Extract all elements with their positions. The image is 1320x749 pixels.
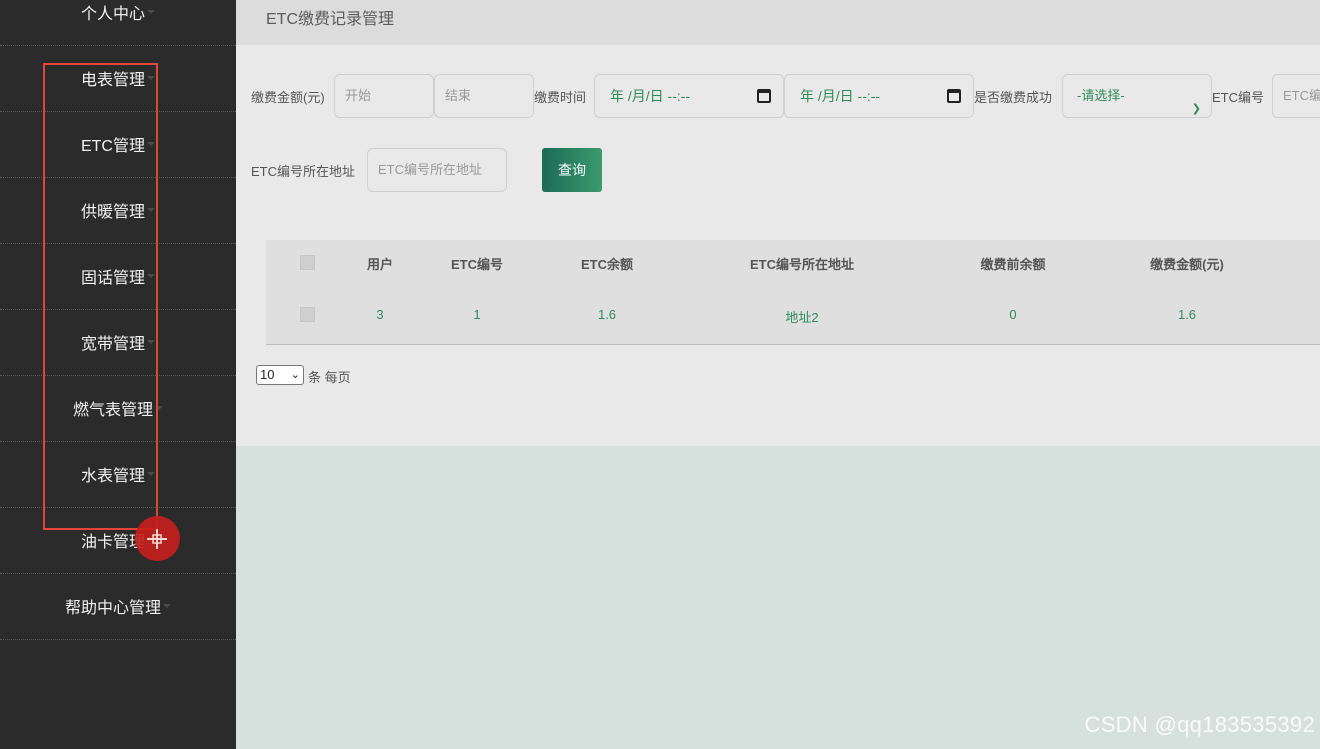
sidebar-item-fuel-card[interactable]: 油卡管理 [0, 508, 236, 574]
column-header-balance-before: 缴费前余额 [980, 257, 1046, 272]
column-header-etc-address: ETC编号所在地址 [749, 257, 855, 272]
column-header-user: 用户 [366, 257, 394, 272]
search-button[interactable]: 查询 [542, 148, 602, 192]
sidebar-item-label: 燃气表管理 [72, 402, 153, 419]
page-size-select[interactable]: 10 ⌄ [256, 365, 304, 385]
sidebar-item-label: 个人中心 [80, 6, 145, 23]
caret-down-icon [163, 603, 171, 608]
column-header-etc-balance: ETC余额 [580, 257, 634, 272]
sidebar-item-label: 宽带管理 [80, 336, 145, 353]
column-header-etc-number: ETC编号 [450, 257, 504, 272]
caret-down-icon [155, 405, 163, 410]
crosshair-icon [147, 529, 167, 549]
cell-etc-number: 1 [473, 307, 481, 322]
sidebar-item-landline[interactable]: 固话管理 [0, 244, 236, 310]
cursor-marker [135, 516, 180, 561]
watermark: CSDN @qq183535392 [1084, 712, 1315, 737]
sidebar-item-label: 水表管理 [80, 468, 145, 485]
caret-down-icon [147, 273, 155, 278]
amount-end-input[interactable]: 结束 [434, 74, 534, 118]
select-all-checkbox[interactable] [300, 255, 315, 270]
time-start-input[interactable]: 年 /月/日 --:-- [594, 74, 784, 118]
caret-down-icon [147, 471, 155, 476]
amount-start-input[interactable]: 开始 [334, 74, 434, 118]
sidebar-item-label: 电表管理 [80, 72, 145, 89]
time-end-input[interactable]: 年 /月/日 --:-- [784, 74, 974, 118]
cell-user: 3 [376, 307, 384, 322]
sidebar-item-gas-meter[interactable]: 燃气表管理 [0, 376, 236, 442]
sidebar-item-broadband[interactable]: 宽带管理 [0, 310, 236, 376]
calendar-icon[interactable] [757, 89, 771, 103]
cell-etc-address: 地址2 [785, 310, 819, 325]
address-input[interactable]: ETC编号所在地址 [367, 148, 507, 192]
caret-down-icon [147, 339, 155, 344]
sidebar-item-label: 固话管理 [80, 270, 145, 287]
main-content: 缴费金额(元) 开始 结束 缴费时间 年 /月/日 --:-- 年 /月/日 -… [236, 45, 1320, 446]
time-start-value: 年 /月/日 --:-- [610, 88, 691, 104]
sidebar-item-water-meter[interactable]: 水表管理 [0, 442, 236, 508]
etc-number-label: ETC编号 [1212, 90, 1265, 105]
chevron-down-icon: ⌄ [290, 369, 300, 381]
caret-down-icon [147, 75, 155, 80]
column-header-payment-amount: 缴费金额(元) [1150, 257, 1224, 272]
success-label: 是否缴费成功 [974, 90, 1053, 105]
row-checkbox[interactable] [300, 307, 315, 322]
address-label: ETC编号所在地址 [251, 164, 356, 179]
sidebar: 个人中心 电表管理 ETC管理 供暖管理 固话管理 宽带管理 燃气表管理 水表管… [0, 0, 236, 749]
sidebar-item-label: 帮助中心管理 [64, 600, 161, 617]
cell-balance-before: 0 [1009, 307, 1017, 322]
cell-etc-balance: 1.6 [597, 307, 617, 322]
success-select-value: -请选择- [1077, 88, 1125, 103]
caret-down-icon [147, 141, 155, 146]
page-title: ETC缴费记录管理 [266, 11, 395, 28]
page-size-suffix: 条 每页 [308, 370, 351, 385]
records-table: 用户 ETC编号 ETC余额 ETC编号所在地址 缴费前余额 缴费金额(元) 3… [266, 240, 1320, 345]
sidebar-item-label: 供暖管理 [80, 204, 145, 221]
sidebar-item-etc[interactable]: ETC管理 [0, 112, 236, 178]
caret-down-icon [147, 9, 155, 14]
page-header: ETC缴费记录管理 [236, 0, 1320, 45]
cell-payment-amount: 1.6 [1177, 307, 1197, 322]
chevron-down-icon: ❯ [1191, 103, 1201, 115]
sidebar-item-help-center[interactable]: 帮助中心管理 [0, 574, 236, 640]
success-select[interactable]: -请选择- ❯ [1062, 74, 1212, 118]
time-end-value: 年 /月/日 --:-- [800, 88, 881, 104]
sidebar-item-electric-meter[interactable]: 电表管理 [0, 46, 236, 112]
sidebar-item-heating[interactable]: 供暖管理 [0, 178, 236, 244]
sidebar-item-personal-center[interactable]: 个人中心 [0, 0, 236, 46]
caret-down-icon [147, 207, 155, 212]
calendar-icon[interactable] [947, 89, 961, 103]
sidebar-item-label: ETC管理 [80, 138, 145, 155]
time-label: 缴费时间 [534, 90, 587, 105]
amount-label: 缴费金额(元) [251, 90, 325, 105]
etc-number-input[interactable]: ETC编号 [1272, 74, 1320, 118]
page-size-value: 10 [260, 367, 275, 382]
